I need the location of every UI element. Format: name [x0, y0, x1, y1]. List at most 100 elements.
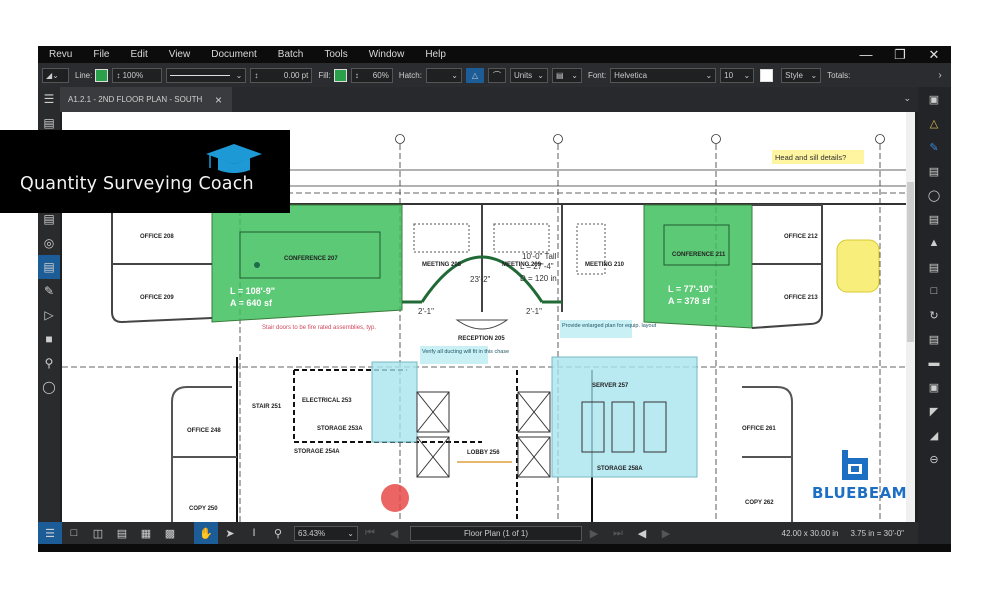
layers-icon[interactable]: ☰	[38, 87, 60, 111]
align-dropdown[interactable]: ▤ ⌄	[551, 67, 582, 83]
red-circle-markup	[381, 484, 409, 512]
angle-icon[interactable]: ◢	[922, 423, 946, 447]
menu-window[interactable]: Window	[369, 49, 405, 60]
page-selector[interactable]: Floor Plan (1 of 1)	[410, 525, 582, 541]
measurement-depth: D = 120 in	[520, 274, 557, 283]
status-bar: ☰ □ ◫ ▤ ▦ ▩ ✋ ➤ I ⚲ 63.43% ⌄ ⏮ ◀ Floor Pl…	[38, 522, 918, 544]
overlay-icon[interactable]: ▩	[158, 522, 182, 544]
pen-icon[interactable]: ✎	[922, 135, 946, 159]
search-icon[interactable]: ⚲	[38, 351, 60, 375]
next-page-icon[interactable]: ▶	[582, 522, 606, 544]
spaces-icon[interactable]: ■	[38, 327, 60, 351]
note-text: Provide enlarged plan for equip. layout	[562, 323, 657, 329]
watermark-text: Quantity Surveying Coach	[20, 174, 254, 194]
tab-close-icon[interactable]: ×	[215, 93, 222, 107]
hatch-dropdown[interactable]: ⌄	[425, 67, 462, 83]
bluebeam-revu-window: Revu File Edit View Document Batch Tools…	[38, 46, 951, 552]
compare-icon[interactable]: ▦	[134, 522, 158, 544]
ellipse-icon[interactable]: ◯	[922, 183, 946, 207]
shape-dropdown[interactable]: ◢ ⌄	[42, 67, 69, 83]
length-icon[interactable]: ▤	[922, 327, 946, 351]
menu-document[interactable]: Document	[211, 49, 257, 60]
measurement-tall: 10'-0" Tall	[522, 252, 557, 261]
room-label: OFFICE 209	[140, 295, 174, 301]
snap-toggle[interactable]: △	[465, 67, 484, 83]
diameter-icon[interactable]: ⊖	[922, 447, 946, 471]
split-vertical-icon[interactable]: ◫	[86, 522, 110, 544]
scrollbar-thumb[interactable]	[907, 182, 914, 342]
close-window-button[interactable]: ✕	[917, 46, 951, 63]
arc-icon: ⌒	[492, 70, 501, 80]
prev-page-icon[interactable]: ◀	[382, 522, 406, 544]
scale-text: 3.75 in = 30'-0"	[850, 528, 904, 538]
zoom-icon[interactable]: ⚲	[266, 522, 290, 544]
vertical-scrollbar[interactable]	[906, 112, 915, 522]
menu-batch[interactable]: Batch	[278, 49, 304, 60]
room-label: OFFICE 208	[140, 234, 174, 240]
room-label: CONFERENCE 211	[672, 252, 726, 258]
text-box-icon[interactable]: ▣	[922, 87, 946, 111]
font-size-dropdown[interactable]: 10 ⌄	[720, 67, 755, 83]
menu-help[interactable]: Help	[425, 49, 446, 60]
document-tab[interactable]: A1.2.1 - 2ND FLOOR PLAN - SOUTH ×	[60, 87, 232, 112]
measurement-length: L = 27'-4"	[520, 262, 554, 271]
back-view-icon[interactable]: ◀	[630, 522, 654, 544]
forward-view-icon[interactable]: ▶	[654, 522, 678, 544]
last-page-icon[interactable]: ⏭	[606, 522, 630, 544]
toolbar-more-chevron-icon[interactable]: ›	[929, 70, 951, 81]
rectangle-icon[interactable]: ▤	[922, 159, 946, 183]
line-style-dropdown[interactable]: ⌄	[166, 67, 247, 83]
font-dropdown[interactable]: Helvetica ⌄	[610, 67, 717, 83]
perimeter-icon[interactable]: ◤	[922, 399, 946, 423]
fill-opacity-spinner[interactable]: ↕ 60%	[350, 67, 393, 83]
style-dropdown[interactable]: Style ⌄	[781, 67, 822, 83]
highlight-icon[interactable]: △	[922, 111, 946, 135]
single-page-icon[interactable]: □	[62, 522, 86, 544]
room-label: OFFICE 212	[784, 234, 818, 240]
menu-edit[interactable]: Edit	[130, 49, 147, 60]
spinner-icon: ↕	[116, 70, 121, 80]
zoom-dropdown[interactable]: 63.43% ⌄	[294, 525, 358, 541]
tab-list-chevron-down-icon[interactable]: ⌄	[903, 93, 911, 104]
menu-view[interactable]: View	[169, 49, 191, 60]
fill-color-swatch[interactable]	[333, 68, 347, 82]
count-icon[interactable]: ↻	[922, 303, 946, 327]
menu-file[interactable]: File	[93, 49, 109, 60]
line-color-swatch[interactable]	[95, 68, 109, 82]
minimize-button[interactable]: —	[849, 46, 883, 63]
font-size-value: 10	[724, 70, 734, 80]
markups-icon[interactable]: ✎	[38, 279, 60, 303]
image-icon[interactable]: ▤	[922, 255, 946, 279]
menu-tools[interactable]: Tools	[324, 49, 347, 60]
polylength-icon[interactable]: ▬	[922, 351, 946, 375]
restore-button[interactable]: ❐	[883, 46, 917, 63]
bluebeam-wordmark: BLUEBEAM	[812, 484, 908, 502]
select-arrow-icon[interactable]: ➤	[218, 522, 242, 544]
units-dropdown[interactable]: Units ⌄	[509, 67, 548, 83]
arc-tool-button[interactable]: ⌒	[487, 67, 506, 83]
menu-revu[interactable]: Revu	[49, 49, 72, 60]
text-color-swatch[interactable]	[760, 68, 774, 82]
dimension-label: 2'-1"	[418, 307, 434, 316]
callout-icon[interactable]: ▤	[922, 207, 946, 231]
signatures-icon[interactable]: ◯	[38, 375, 60, 399]
pan-hand-icon[interactable]: ✋	[194, 522, 218, 544]
font-label: Font:	[587, 70, 607, 80]
split-horizontal-icon[interactable]: ▤	[110, 522, 134, 544]
area-icon[interactable]: ▣	[922, 375, 946, 399]
room-label: ELECTRICAL 253	[302, 398, 352, 404]
graduation-cap-icon	[206, 144, 262, 173]
first-page-icon[interactable]: ⏮	[358, 522, 382, 544]
room-label: OFFICE 261	[742, 426, 776, 432]
tags-icon[interactable]: ▷	[38, 303, 60, 327]
note-text: Verify all ducting will fit in this chas…	[422, 349, 509, 355]
font-value: Helvetica	[614, 70, 648, 80]
stamp-icon[interactable]: ▲	[922, 231, 946, 255]
crop-icon[interactable]: □	[922, 279, 946, 303]
measurements-icon[interactable]: ▤	[38, 255, 60, 279]
studio-icon[interactable]: ◎	[38, 231, 60, 255]
line-opacity-spinner[interactable]: ↕ 100%	[112, 67, 163, 83]
line-width-spinner[interactable]: ↕ 0.00 pt	[250, 67, 313, 83]
select-text-icon[interactable]: I	[242, 522, 266, 544]
list-icon[interactable]: ☰	[38, 522, 62, 544]
